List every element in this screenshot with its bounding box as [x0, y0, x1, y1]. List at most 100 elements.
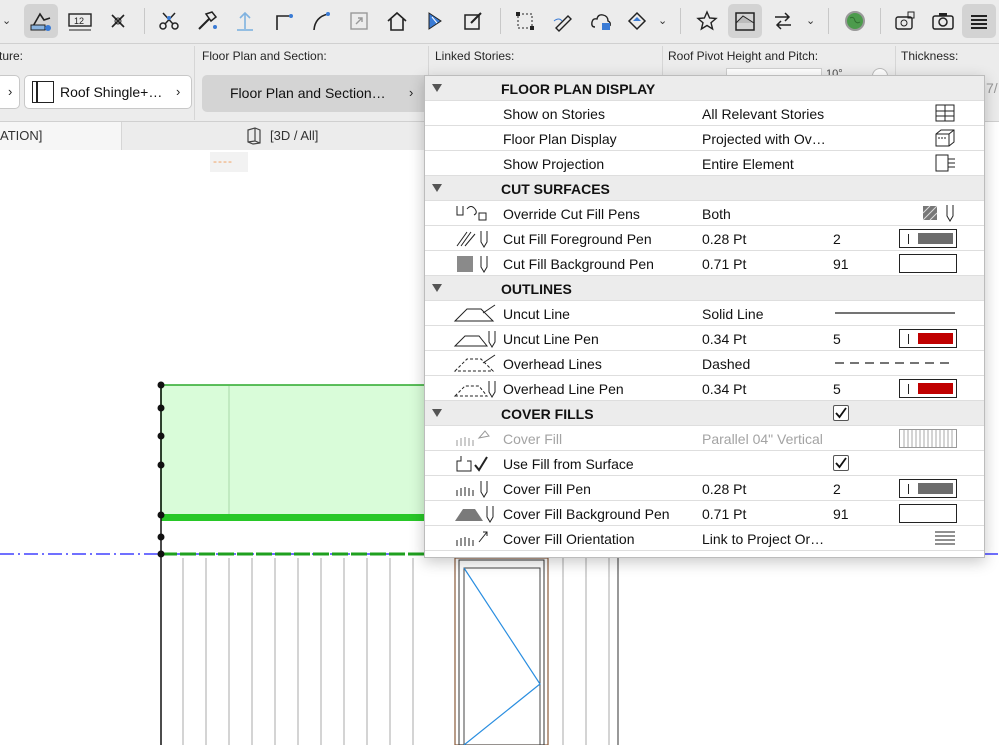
pen-number[interactable]: 2	[833, 231, 841, 247]
dimension-ruler-icon[interactable]: 12	[63, 4, 97, 38]
setting-row-cut-fill-background-pen[interactable]: Cut Fill Background Pen 0.71 Pt 91	[425, 251, 984, 276]
setting-value[interactable]: Solid Line	[702, 306, 764, 322]
overhead-lines-icon	[453, 353, 497, 374]
cover-fill-orientation-icon	[453, 528, 497, 549]
favorites-star-icon[interactable]	[690, 4, 724, 38]
setting-value[interactable]: 0.71 Pt	[702, 256, 746, 272]
setting-value[interactable]: 0.34 Pt	[702, 381, 746, 397]
toolbar-overflow-chevron-icon[interactable]: ⌄	[2, 14, 11, 27]
camera-icon[interactable]	[926, 4, 960, 38]
disclosure-triangle-icon[interactable]	[432, 409, 442, 417]
setting-row-floor-plan-display[interactable]: Floor Plan Display Projected with Ov…	[425, 126, 984, 151]
corner-icon[interactable]	[266, 4, 300, 38]
section-header-outlines[interactable]: OUTLINES	[425, 276, 984, 301]
setting-row-show-on-stories[interactable]: Show on Stories All Relevant Stories	[425, 101, 984, 126]
setting-row-uncut-line-pen[interactable]: Uncut Line Pen 0.34 Pt 5	[425, 326, 984, 351]
uncut-line-icon	[453, 303, 497, 324]
setting-row-cover-fill-background-pen[interactable]: Cover Fill Background Pen 0.71 Pt 91	[425, 501, 984, 526]
setting-row-show-projection[interactable]: Show Projection Entire Element	[425, 151, 984, 176]
setting-value[interactable]: Link to Project Or…	[702, 531, 824, 547]
marker-icon[interactable]	[101, 4, 135, 38]
setting-row-override-cut-fill-pens[interactable]: Override Cut Fill Pens Both	[425, 201, 984, 226]
roof-composite-label: Roof Shingle+…	[60, 84, 163, 100]
setting-label: Uncut Line	[503, 306, 570, 322]
setting-value[interactable]: Entire Element	[702, 156, 794, 172]
cover-fill-swatch[interactable]	[899, 429, 957, 448]
pen-color-swatch[interactable]	[899, 504, 957, 523]
pen-number[interactable]: 5	[833, 331, 841, 347]
setting-value[interactable]: 0.71 Pt	[702, 506, 746, 522]
orientation-icon	[933, 528, 957, 553]
view-tab-bar: ATION] [3D / All]	[0, 122, 430, 150]
setting-value[interactable]: Dashed	[702, 356, 750, 372]
pen-color-swatch[interactable]	[899, 329, 957, 348]
cut-fill-foreground-pen-icon	[453, 228, 497, 249]
globe-icon[interactable]	[838, 4, 872, 38]
tab-3d-all[interactable]: [3D / All]	[122, 122, 430, 150]
pen-color-swatch[interactable]	[899, 229, 957, 248]
disclosure-triangle-icon[interactable]	[432, 284, 442, 292]
setting-value[interactable]: Projected with Ov…	[702, 131, 826, 147]
pen-number[interactable]: 5	[833, 381, 841, 397]
arrange-pointer-icon[interactable]	[24, 4, 58, 38]
hammer-icon[interactable]	[190, 4, 224, 38]
pen-number[interactable]: 91	[833, 506, 849, 522]
pen-color-swatch[interactable]	[899, 254, 957, 273]
cover-fill-icon	[453, 428, 497, 449]
diamond-sheet-icon[interactable]	[418, 4, 452, 38]
setting-row-cover-fill-orientation[interactable]: Cover Fill Orientation Link to Project Or…	[425, 526, 984, 551]
thickness-value[interactable]: 7/	[986, 80, 998, 96]
edit-doc-icon[interactable]	[456, 4, 490, 38]
setting-row-overhead-lines[interactable]: Overhead Lines Dashed	[425, 351, 984, 376]
export-icon[interactable]	[342, 4, 376, 38]
home-icon[interactable]	[380, 4, 414, 38]
use-fill-from-surface-icon	[453, 453, 497, 474]
floor-plan-section-button[interactable]: Floor Plan and Section… ›	[202, 75, 424, 112]
fill-dropdown-chevron-icon[interactable]: ⌄	[658, 14, 667, 27]
section-header-cut-surfaces[interactable]: CUT SURFACES	[425, 176, 984, 201]
setting-row-overhead-line-pen[interactable]: Overhead Line Pen 0.34 Pt 5	[425, 376, 984, 401]
pen-tool-icon[interactable]	[546, 4, 580, 38]
stack-icon[interactable]	[962, 4, 996, 38]
setting-value[interactable]: 0.28 Pt	[702, 481, 746, 497]
setting-value[interactable]: 0.28 Pt	[702, 231, 746, 247]
setting-row-uncut-line[interactable]: Uncut Line Solid Line	[425, 301, 984, 326]
swap-icon[interactable]	[766, 4, 800, 38]
disclosure-triangle-icon[interactable]	[432, 184, 442, 192]
setting-value[interactable]: Parallel 04" Vertical	[702, 431, 823, 447]
floorplan-view-icon[interactable]	[728, 4, 762, 38]
selection-box-icon[interactable]	[508, 4, 542, 38]
fill-bucket-icon[interactable]	[620, 4, 654, 38]
setting-label: Floor Plan Display	[503, 131, 617, 147]
use-fill-from-surface-checkbox[interactable]	[833, 455, 849, 471]
roof-composite-button[interactable]: Roof Shingle+… ›	[24, 75, 192, 109]
setting-row-cut-fill-foreground-pen[interactable]: Cut Fill Foreground Pen 0.28 Pt 2	[425, 226, 984, 251]
setting-value[interactable]: All Relevant Stories	[702, 106, 824, 122]
setting-row-cover-fill[interactable]: Cover Fill Parallel 04" Vertical	[425, 426, 984, 451]
structure-prev-button[interactable]: ›	[0, 75, 20, 109]
pen-number[interactable]: 2	[833, 481, 841, 497]
swap-dropdown-chevron-icon[interactable]: ⌄	[806, 14, 815, 27]
pen-color-swatch[interactable]	[899, 479, 957, 498]
section-header-floor-plan-display[interactable]: FLOOR PLAN DISPLAY	[425, 76, 984, 101]
pen-number[interactable]: 91	[833, 256, 849, 272]
roof-pivot-label: Roof Pivot Height and Pitch:	[668, 49, 819, 63]
cover-fills-checkbox[interactable]	[833, 405, 849, 421]
elevate-icon[interactable]	[228, 4, 262, 38]
chevron-right-icon: ›	[176, 84, 181, 99]
section-header-cover-fills[interactable]: COVER FILLS	[425, 401, 984, 426]
cloud-action-icon[interactable]	[584, 4, 618, 38]
setting-label: Cut Fill Foreground Pen	[503, 231, 652, 247]
setting-row-cover-fill-pen[interactable]: Cover Fill Pen 0.28 Pt 2	[425, 476, 984, 501]
override-icon	[921, 203, 961, 228]
setting-value[interactable]: Both	[702, 206, 731, 222]
disclosure-triangle-icon[interactable]	[432, 84, 442, 92]
chevron-right-icon: ›	[409, 85, 414, 100]
layers-camera-icon[interactable]	[888, 4, 922, 38]
scissors-icon[interactable]	[152, 4, 186, 38]
curve-icon[interactable]	[304, 4, 338, 38]
setting-value[interactable]: 0.34 Pt	[702, 331, 746, 347]
tab-elevation[interactable]: ATION]	[0, 122, 122, 150]
setting-row-use-fill-from-surface[interactable]: Use Fill from Surface	[425, 451, 984, 476]
pen-color-swatch[interactable]	[899, 379, 957, 398]
